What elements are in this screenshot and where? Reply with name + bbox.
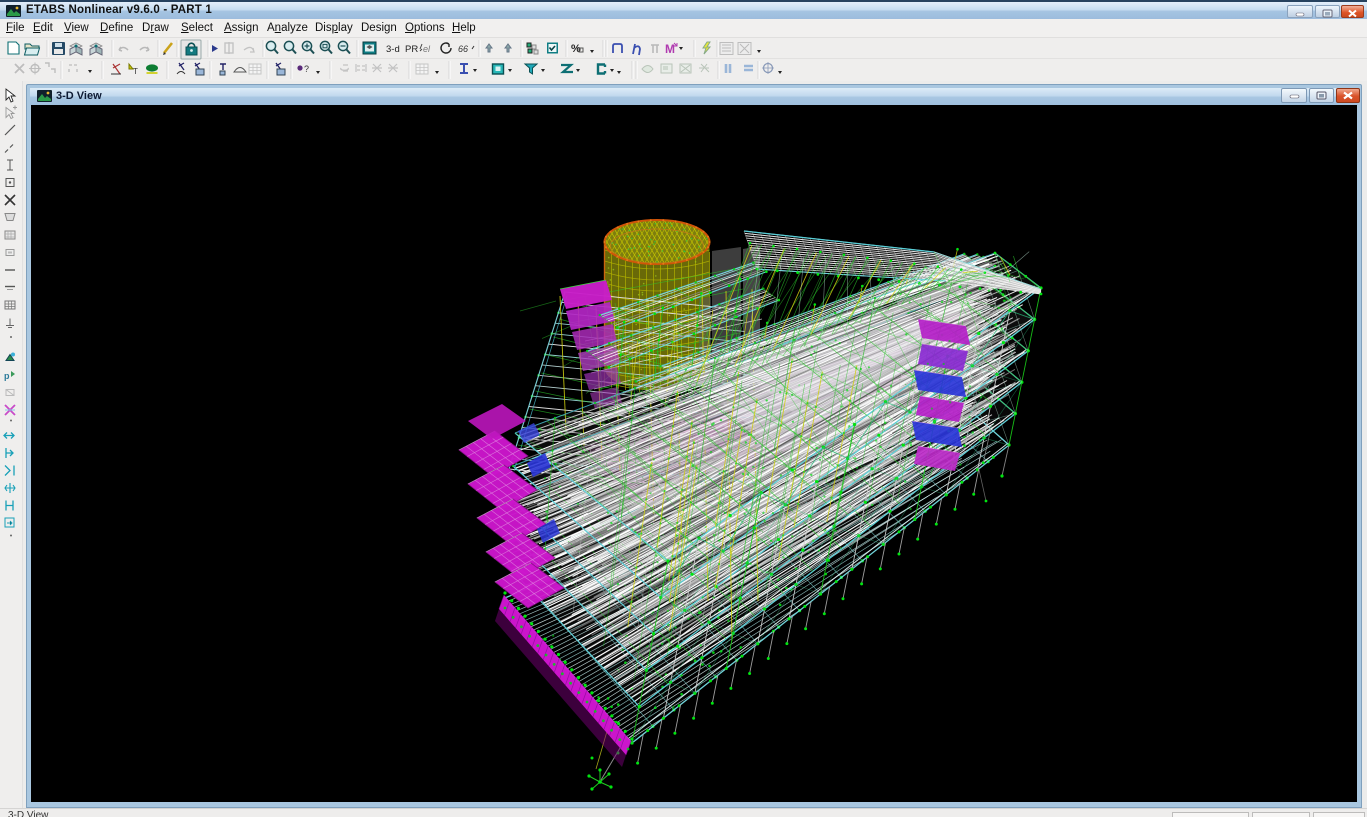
svg-text:T: T bbox=[133, 67, 138, 76]
svg-text:p: p bbox=[4, 371, 10, 381]
svg-text:?: ? bbox=[304, 64, 309, 74]
svg-text:el: el bbox=[423, 44, 431, 54]
svg-text:PR: PR bbox=[405, 44, 418, 55]
svg-text:66: 66 bbox=[458, 44, 468, 54]
svg-text:3-d: 3-d bbox=[386, 44, 400, 55]
svg-text:M: M bbox=[665, 42, 675, 56]
